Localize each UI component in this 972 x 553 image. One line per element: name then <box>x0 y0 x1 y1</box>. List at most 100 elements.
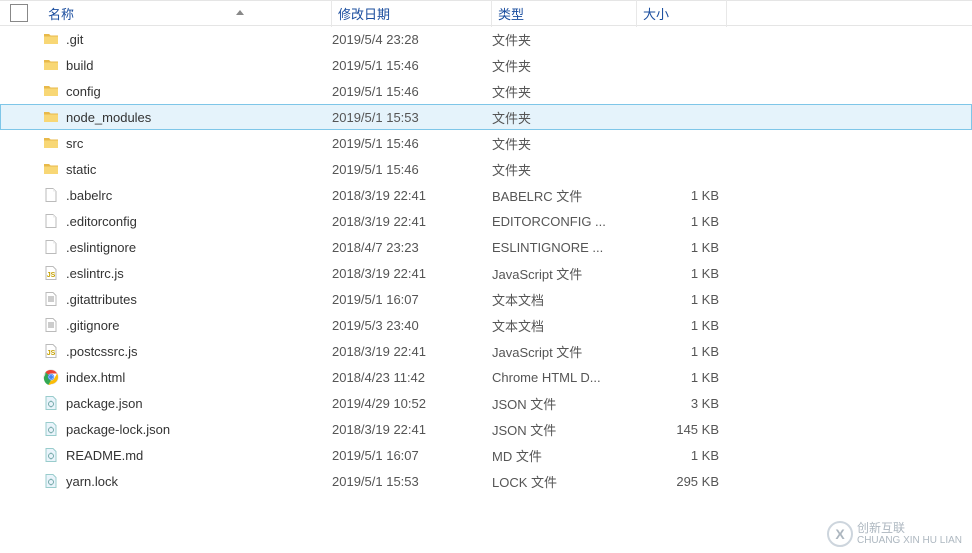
txt-icon <box>42 316 60 334</box>
file-row[interactable]: .gitattributes2019/5/1 16:07文本文档1 KB <box>0 286 972 312</box>
file-row[interactable]: static2019/5/1 15:46文件夹 <box>0 156 972 182</box>
file-row[interactable]: JS.eslintrc.js2018/3/19 22:41JavaScript … <box>0 260 972 286</box>
file-row[interactable]: config2019/5/1 15:46文件夹 <box>0 78 972 104</box>
file-type: JSON 文件 <box>492 420 637 439</box>
file-type: 文件夹 <box>492 160 637 179</box>
file-type: 文件夹 <box>492 30 637 49</box>
file-row[interactable]: package.json2019/4/29 10:52JSON 文件3 KB <box>0 390 972 416</box>
file-row[interactable]: JS .postcssrc.js2018/3/19 22:41JavaScript… <box>0 338 972 364</box>
file-type: 文件夹 <box>492 108 637 127</box>
file-date: 2018/3/19 22:41 <box>332 214 492 229</box>
cfg-icon <box>42 420 60 438</box>
file-list: .git2019/5/4 23:28文件夹build2019/5/1 15:46… <box>0 26 972 494</box>
file-date: 2019/5/1 15:46 <box>332 136 492 151</box>
folder-icon <box>42 160 60 178</box>
file-date: 2019/5/1 15:46 <box>332 162 492 177</box>
file-size: 3 KB <box>637 396 727 411</box>
file-name: .editorconfig <box>66 214 332 229</box>
file-row[interactable]: .editorconfig2018/3/19 22:41EDITORCONFIG… <box>0 208 972 234</box>
file-type: 文件夹 <box>492 82 637 101</box>
file-name: node_modules <box>66 110 332 125</box>
file-size: 1 KB <box>637 240 727 255</box>
js-icon: JS <box>42 342 60 360</box>
chrome-icon <box>42 368 60 386</box>
file-row[interactable]: package-lock.json2018/3/19 22:41JSON 文件1… <box>0 416 972 442</box>
file-date: 2019/5/1 16:07 <box>332 448 492 463</box>
file-name: config <box>66 84 332 99</box>
file-date: 2019/5/3 23:40 <box>332 318 492 333</box>
cfg-icon <box>42 472 60 490</box>
cfg-icon <box>42 446 60 464</box>
file-row[interactable]: yarn.lock2019/5/1 15:53LOCK 文件295 KB <box>0 468 972 494</box>
watermark-logo-icon: X <box>827 521 853 547</box>
file-row[interactable]: index.html2018/4/23 11:42Chrome HTML D..… <box>0 364 972 390</box>
column-header-date[interactable]: 修改日期 <box>332 0 492 27</box>
file-row[interactable]: node_modules2019/5/1 15:53文件夹 <box>0 104 972 130</box>
file-icon <box>42 186 60 204</box>
file-size: 1 KB <box>637 448 727 463</box>
file-type: BABELRC 文件 <box>492 186 637 205</box>
file-date: 2019/5/1 16:07 <box>332 292 492 307</box>
file-size: 1 KB <box>637 188 727 203</box>
file-type: JavaScript 文件 <box>492 342 637 361</box>
file-name: .babelrc <box>66 188 332 203</box>
file-name: .gitattributes <box>66 292 332 307</box>
file-row[interactable]: .babelrc2018/3/19 22:41BABELRC 文件1 KB <box>0 182 972 208</box>
file-date: 2018/3/19 22:41 <box>332 266 492 281</box>
file-type: Chrome HTML D... <box>492 370 637 385</box>
column-header-size[interactable]: 大小 <box>637 0 727 27</box>
file-row[interactable]: .gitignore2019/5/3 23:40文本文档1 KB <box>0 312 972 338</box>
file-date: 2018/4/7 23:23 <box>332 240 492 255</box>
folder-icon <box>42 134 60 152</box>
file-name: static <box>66 162 332 177</box>
file-name: package.json <box>66 396 332 411</box>
file-size: 1 KB <box>637 370 727 385</box>
file-date: 2018/4/23 11:42 <box>332 370 492 385</box>
file-name: .postcssrc.js <box>66 344 332 359</box>
file-name: .gitignore <box>66 318 332 333</box>
column-header-type[interactable]: 类型 <box>492 0 637 27</box>
select-all-checkbox[interactable] <box>10 4 28 22</box>
file-icon <box>42 212 60 230</box>
file-name: package-lock.json <box>66 422 332 437</box>
file-date: 2019/5/1 15:46 <box>332 84 492 99</box>
file-date: 2019/5/1 15:53 <box>332 110 492 125</box>
js-icon: JS <box>42 264 60 282</box>
file-size: 1 KB <box>637 292 727 307</box>
file-type: EDITORCONFIG ... <box>492 214 637 229</box>
file-type: 文本文档 <box>492 290 637 309</box>
cfg-icon <box>42 394 60 412</box>
file-date: 2018/3/19 22:41 <box>332 344 492 359</box>
file-row[interactable]: README.md2019/5/1 16:07MD 文件1 KB <box>0 442 972 468</box>
file-size: 1 KB <box>637 214 727 229</box>
file-name: build <box>66 58 332 73</box>
file-name: .eslintrc.js <box>66 266 332 281</box>
file-type: LOCK 文件 <box>492 472 637 491</box>
file-icon <box>42 238 60 256</box>
file-size: 1 KB <box>637 344 727 359</box>
svg-text:JS: JS <box>47 272 56 279</box>
folder-icon <box>42 56 60 74</box>
file-size: 1 KB <box>637 318 727 333</box>
file-date: 2019/4/29 10:52 <box>332 396 492 411</box>
folder-icon <box>42 30 60 48</box>
file-date: 2019/5/1 15:46 <box>332 58 492 73</box>
file-type: ESLINTIGNORE ... <box>492 240 637 255</box>
file-name: .eslintignore <box>66 240 332 255</box>
column-header-name[interactable]: 名称 <box>42 0 332 27</box>
file-size: 295 KB <box>637 474 727 489</box>
file-name: yarn.lock <box>66 474 332 489</box>
file-type: MD 文件 <box>492 446 637 465</box>
file-size: 145 KB <box>637 422 727 437</box>
file-row[interactable]: build2019/5/1 15:46文件夹 <box>0 52 972 78</box>
file-size: 1 KB <box>637 266 727 281</box>
folder-icon <box>42 82 60 100</box>
file-row[interactable]: src2019/5/1 15:46文件夹 <box>0 130 972 156</box>
file-name: .git <box>66 32 332 47</box>
svg-text:JS: JS <box>47 350 56 357</box>
file-type: 文件夹 <box>492 134 637 153</box>
file-row[interactable]: .git2019/5/4 23:28文件夹 <box>0 26 972 52</box>
file-type: 文本文档 <box>492 316 637 335</box>
file-row[interactable]: .eslintignore2018/4/7 23:23ESLINTIGNORE … <box>0 234 972 260</box>
file-type: 文件夹 <box>492 56 637 75</box>
